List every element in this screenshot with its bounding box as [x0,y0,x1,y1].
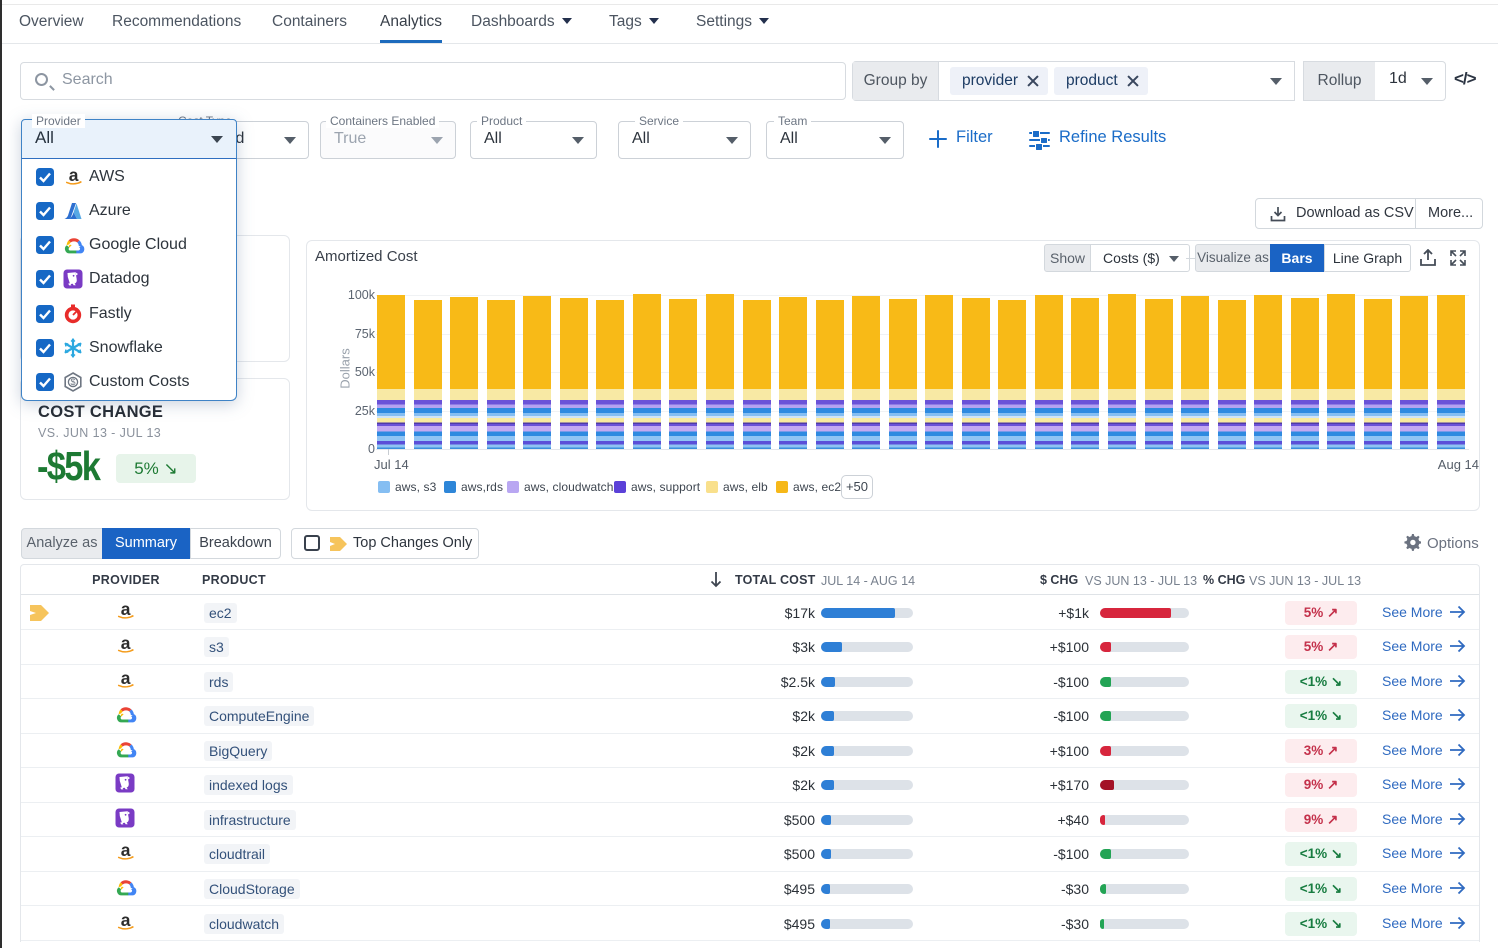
svg-text:a: a [121,912,131,930]
svg-text:$: $ [70,377,75,387]
svg-text:a: a [121,670,131,688]
svg-text:a: a [69,167,79,185]
svg-text:a: a [121,842,131,860]
svg-text:a: a [121,601,131,619]
svg-text:a: a [121,635,131,653]
